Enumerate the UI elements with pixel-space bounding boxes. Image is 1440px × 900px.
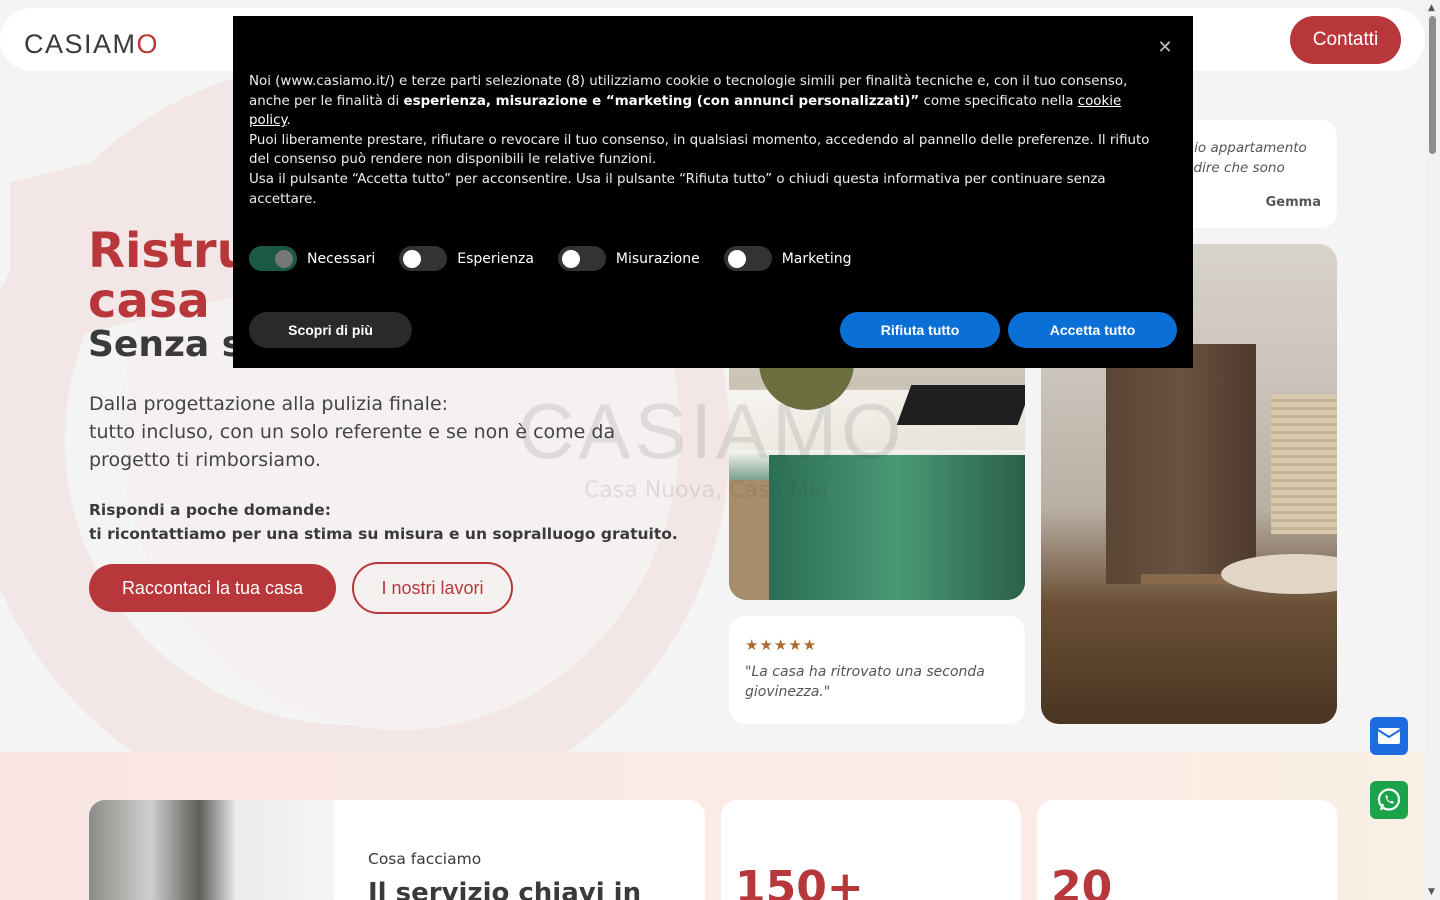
hero-cta-text: Rispondi a poche domande: ti ricontattia… [89,501,678,543]
consent-toggles: Necessari Esperienza Misurazione Marketi… [249,246,875,271]
scroll-up-icon[interactable]: ▲ [1428,3,1435,13]
switch-necessari[interactable] [249,246,297,271]
whatsapp-icon[interactable] [1370,781,1408,819]
close-icon[interactable]: ✕ [1155,38,1175,58]
toggle-necessari[interactable]: Necessari [249,246,375,271]
review-author: Gemma [1265,195,1321,210]
review-text: mio appartamento o dire che sono ." [1181,140,1307,196]
watermark-tagline: Casa Nuova, Casa Mia [584,478,829,503]
what-we-do-heading: Il servizio chiavi in [368,878,642,900]
switch-esperienza[interactable] [399,246,448,271]
tell-us-button[interactable]: Raccontaci la tua casa [89,564,336,612]
stat-number: 150+ [735,862,864,900]
accept-all-button[interactable]: Accetta tutto [1008,312,1177,348]
window-photo [89,800,334,900]
scroll-down-icon[interactable]: ▼ [1428,887,1435,897]
what-we-do-card: Cosa facciamo Il servizio chiavi in [89,800,705,900]
switch-marketing[interactable] [723,246,772,271]
watermark-brand: CASIAMO [518,387,906,475]
cookie-banner: ✕ Noi (www.casiamo.it/) e terze parti se… [233,16,1193,368]
review-card-bottom: ★★★★★ "La casa ha ritrovato una seconda … [729,616,1025,724]
hero-title: Ristru casa [88,223,251,329]
toggle-misurazione[interactable]: Misurazione [557,246,700,271]
stat-card-projects: 150+ [721,800,1021,900]
our-works-button[interactable]: I nostri lavori [352,562,513,614]
cookie-text: Noi (www.casiamo.it/) e terze parti sele… [249,74,1150,207]
scrollbar-thumb[interactable] [1429,16,1436,154]
stat-card-years: 20 [1037,800,1337,900]
star-rating-icon: ★★★★★ [745,636,818,654]
toggle-marketing[interactable]: Marketing [723,246,851,271]
what-we-do-label: Cosa facciamo [368,850,482,868]
page-scrollbar[interactable]: ▲ ▼ [1425,0,1440,900]
mail-icon[interactable] [1370,717,1408,755]
review-text: "La casa ha ritrovato una seconda giovin… [745,664,985,700]
reject-all-button[interactable]: Rifiuta tutto [840,312,1000,348]
contact-button[interactable]: Contatti [1290,16,1401,64]
switch-misurazione[interactable] [557,246,606,271]
site-logo[interactable]: CASIAMO [24,29,159,60]
toggle-esperienza[interactable]: Esperienza [399,246,534,271]
stat-number: 20 [1051,862,1113,900]
learn-more-button[interactable]: Scopri di più [249,312,412,348]
